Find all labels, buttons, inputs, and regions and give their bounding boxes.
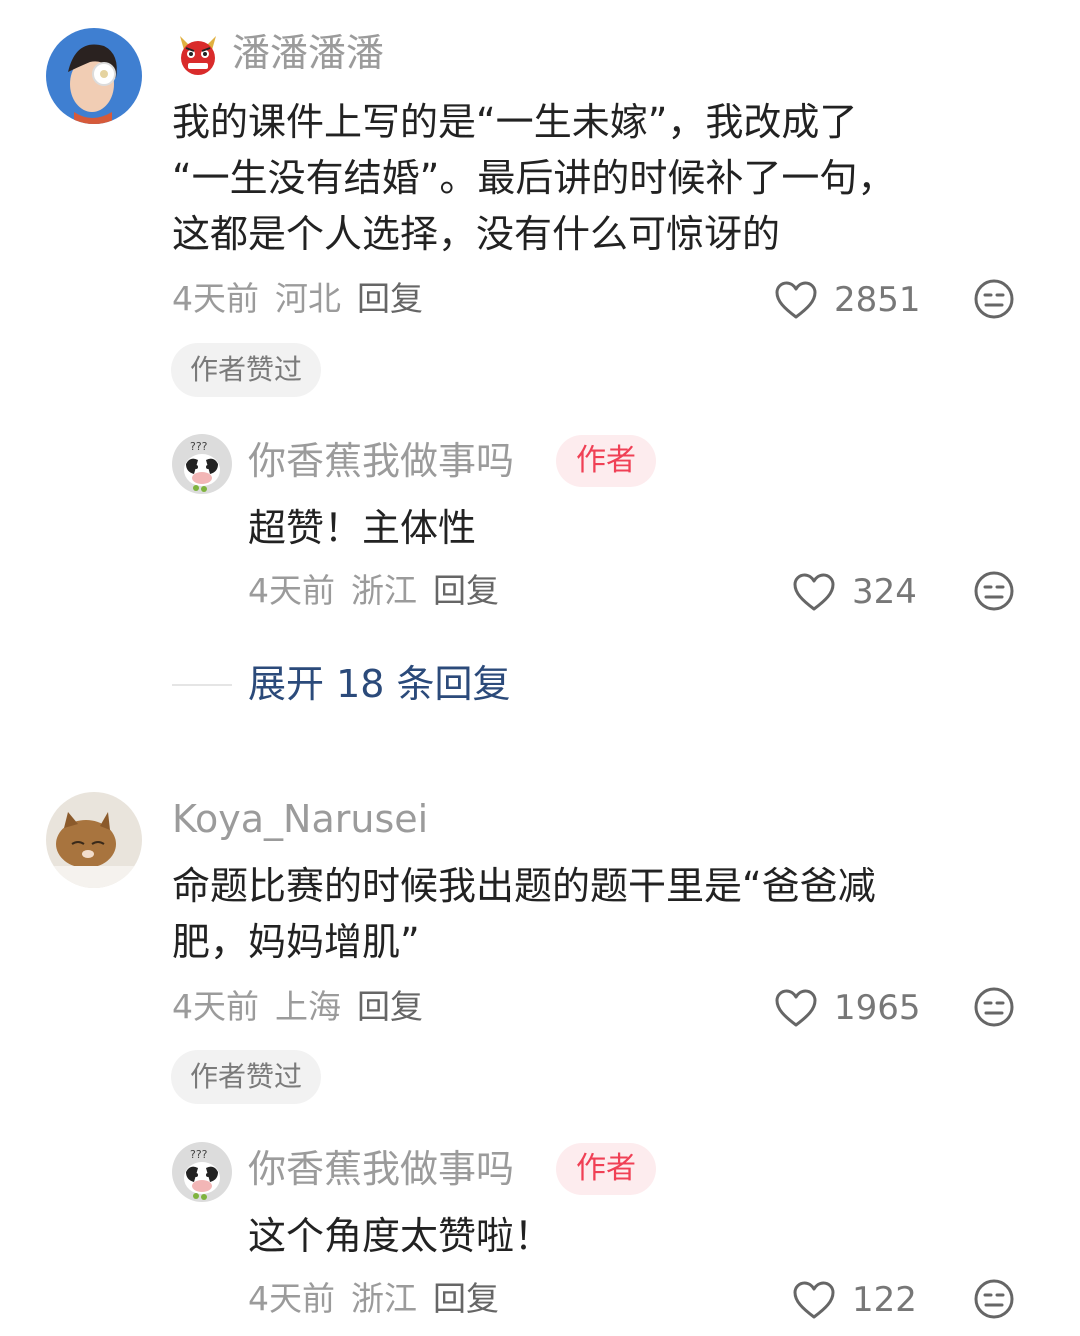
reply-avatar[interactable]: ???	[172, 434, 232, 494]
red-demon-icon	[174, 30, 222, 78]
username[interactable]: Koya_Narusei	[172, 800, 428, 838]
comment-text: 我的课件上写的是“一生未嫁”，我改成了 “一生没有结婚”。最后讲的时候补了一句，…	[172, 94, 895, 262]
like-button[interactable]: 1965	[774, 986, 921, 1030]
comment-text-line: “一生没有结婚”。最后讲的时候补了一句，	[172, 156, 896, 200]
reply-username[interactable]: 你香蕉我做事吗	[248, 442, 514, 480]
user-avatar[interactable]	[46, 28, 142, 124]
comment-item: Koya_Narusei 命题比赛的时候我出题的题干里是“爸爸减 肥，妈妈增肌”…	[0, 770, 1080, 1336]
location: 河北	[275, 279, 341, 318]
author-liked-chip: 作者赞过	[171, 343, 322, 397]
author-tag: 作者	[556, 1143, 656, 1195]
reply-text: 超赞！主体性	[248, 506, 477, 550]
comment-text: 命题比赛的时候我出题的题干里是“爸爸减 肥，妈妈增肌”	[172, 858, 876, 970]
svg-text:???: ???	[190, 1148, 208, 1161]
like-button[interactable]: 2851	[774, 278, 921, 322]
timestamp: 4天前	[248, 1279, 335, 1318]
author-liked-chip: 作者赞过	[171, 1050, 322, 1104]
location: 浙江	[351, 571, 417, 610]
reply-button[interactable]: 回复	[357, 279, 423, 318]
location: 上海	[275, 987, 341, 1026]
comment-text-line: 我的课件上写的是“一生未嫁”，我改成了	[172, 100, 858, 144]
author-tag: 作者	[556, 435, 656, 487]
reply-username[interactable]: 你香蕉我做事吗	[248, 1150, 514, 1188]
reply-meta: 4天前 浙江 回复	[248, 574, 515, 607]
like-count: 324	[852, 572, 917, 612]
comment-item: 潘潘潘潘 我的课件上写的是“一生未嫁”，我改成了 “一生没有结婚”。最后讲的时候…	[0, 0, 1080, 760]
heart-icon	[775, 989, 817, 1027]
user-avatar[interactable]	[46, 792, 142, 888]
location: 浙江	[351, 1279, 417, 1318]
comment-meta: 4天前 上海 回复	[172, 990, 439, 1023]
like-count: 1965	[834, 988, 921, 1028]
svg-text:???: ???	[190, 440, 208, 453]
like-button[interactable]: 122	[792, 1278, 917, 1322]
comment-text-line: 肥，妈妈增肌”	[172, 920, 420, 964]
heart-icon	[775, 281, 817, 319]
comment-meta: 4天前 河北 回复	[172, 282, 439, 315]
reply-button[interactable]: 回复	[433, 571, 499, 610]
username[interactable]: 潘潘潘潘	[232, 34, 384, 72]
heart-icon	[793, 1281, 835, 1319]
dislike-face-icon[interactable]	[973, 1278, 1015, 1320]
comment-text-line: 命题比赛的时候我出题的题干里是“爸爸减	[172, 864, 876, 908]
comment-text-line: 这都是个人选择，没有什么可惊讶的	[172, 212, 781, 256]
reply-text: 这个角度太赞啦！	[248, 1214, 553, 1258]
reply-meta: 4天前 浙江 回复	[248, 1282, 515, 1315]
timestamp: 4天前	[172, 279, 259, 318]
reply-avatar[interactable]: ???	[172, 1142, 232, 1202]
like-count: 2851	[834, 280, 921, 320]
dislike-face-icon[interactable]	[973, 278, 1015, 320]
heart-icon	[793, 573, 835, 611]
dislike-face-icon[interactable]	[973, 570, 1015, 612]
timestamp: 4天前	[172, 987, 259, 1026]
like-count: 122	[852, 1280, 917, 1320]
expand-divider	[172, 684, 232, 686]
reply-button[interactable]: 回复	[357, 987, 423, 1026]
timestamp: 4天前	[248, 571, 335, 610]
like-button[interactable]: 324	[792, 570, 917, 614]
reply-button[interactable]: 回复	[433, 1279, 499, 1318]
dislike-face-icon[interactable]	[973, 986, 1015, 1028]
expand-replies-link[interactable]: 展开 18 条回复	[248, 665, 511, 703]
